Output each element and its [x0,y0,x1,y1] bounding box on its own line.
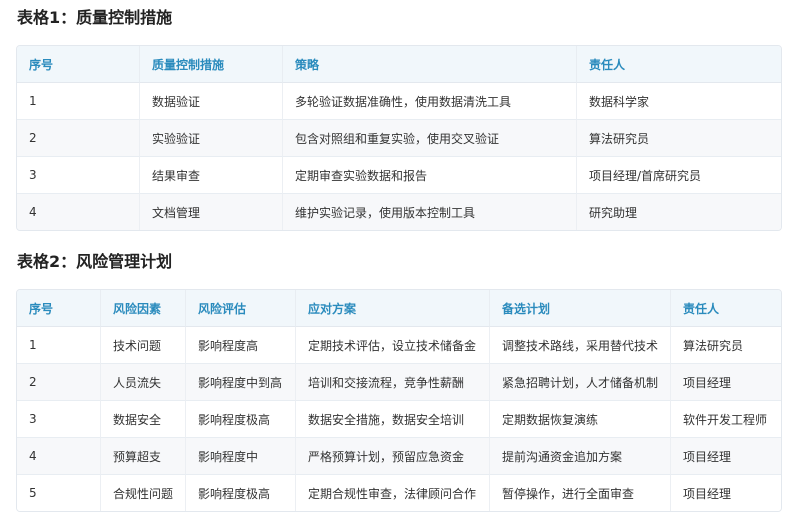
table-cell: 人员流失 [101,364,186,401]
table-row: 2 实验验证 包含对照组和重复实验，使用交叉验证 算法研究员 [17,120,781,157]
table-cell: 3 [17,401,101,438]
column-header: 质量控制措施 [140,46,283,83]
column-header: 责任人 [671,290,781,327]
table-cell: 1 [17,327,101,364]
table-row: 2 人员流失 影响程度中到高 培训和交接流程，竞争性薪酬 紧急招聘计划，人才储备… [17,364,781,401]
table-cell: 多轮验证数据准确性，使用数据清洗工具 [283,83,577,120]
table-cell: 4 [17,194,140,230]
column-header: 序号 [17,46,140,83]
table-cell: 合规性问题 [101,475,186,511]
table-cell: 影响程度高 [186,327,296,364]
table-row: 3 数据安全 影响程度极高 数据安全措施，数据安全培训 定期数据恢复演练 软件开… [17,401,781,438]
column-header: 责任人 [577,46,781,83]
table-cell: 项目经理 [671,475,781,511]
column-header: 风险评估 [186,290,296,327]
table-cell: 包含对照组和重复实验，使用交叉验证 [283,120,577,157]
table-row: 5 合规性问题 影响程度极高 定期合规性审查，法律顾问合作 暂停操作，进行全面审… [17,475,781,511]
table-cell: 技术问题 [101,327,186,364]
table-cell: 定期审查实验数据和报告 [283,157,577,194]
table-cell: 影响程度极高 [186,475,296,511]
column-header: 序号 [17,290,101,327]
table-cell: 影响程度中 [186,438,296,475]
table-cell: 数据安全措施，数据安全培训 [296,401,490,438]
table-cell: 结果审查 [140,157,283,194]
table-cell: 培训和交接流程，竞争性薪酬 [296,364,490,401]
table-header-row: 序号 风险因素 风险评估 应对方案 备选计划 责任人 [17,290,781,327]
table-row: 4 预算超支 影响程度中 严格预算计划，预留应急资金 提前沟通资金追加方案 项目… [17,438,781,475]
table-cell: 5 [17,475,101,511]
table-cell: 3 [17,157,140,194]
table-cell: 定期数据恢复演练 [490,401,671,438]
table-cell: 严格预算计划，预留应急资金 [296,438,490,475]
table-row: 3 结果审查 定期审查实验数据和报告 项目经理/首席研究员 [17,157,781,194]
table-cell: 数据安全 [101,401,186,438]
table-cell: 1 [17,83,140,120]
table-cell: 定期合规性审查，法律顾问合作 [296,475,490,511]
table-row: 1 技术问题 影响程度高 定期技术评估，设立技术储备金 调整技术路线，采用替代技… [17,327,781,364]
table-cell: 文档管理 [140,194,283,230]
table-cell: 数据科学家 [577,83,781,120]
table-cell: 紧急招聘计划，人才储备机制 [490,364,671,401]
table-cell: 实验验证 [140,120,283,157]
table-cell: 项目经理 [671,438,781,475]
table-cell: 2 [17,120,140,157]
column-header: 风险因素 [101,290,186,327]
table-header-row: 序号 质量控制措施 策略 责任人 [17,46,781,83]
table2-title: 表格2：风险管理计划 [17,252,173,271]
table-cell: 项目经理/首席研究员 [577,157,781,194]
table-cell: 调整技术路线，采用替代技术 [490,327,671,364]
table-cell: 算法研究员 [577,120,781,157]
risk-management-table: 序号 风险因素 风险评估 应对方案 备选计划 责任人 1 技术问题 影响程度高 … [16,289,782,512]
table1-title: 表格1：质量控制措施 [17,8,173,27]
table-row: 1 数据验证 多轮验证数据准确性，使用数据清洗工具 数据科学家 [17,83,781,120]
table-cell: 暂停操作，进行全面审查 [490,475,671,511]
table-cell: 预算超支 [101,438,186,475]
table-cell: 4 [17,438,101,475]
column-header: 应对方案 [296,290,490,327]
column-header: 策略 [283,46,577,83]
table-cell: 软件开发工程师 [671,401,781,438]
table-row: 4 文档管理 维护实验记录，使用版本控制工具 研究助理 [17,194,781,230]
table-cell: 项目经理 [671,364,781,401]
table-cell: 研究助理 [577,194,781,230]
table-cell: 数据验证 [140,83,283,120]
table-cell: 影响程度中到高 [186,364,296,401]
table-cell: 提前沟通资金追加方案 [490,438,671,475]
table-cell: 算法研究员 [671,327,781,364]
column-header: 备选计划 [490,290,671,327]
table-cell: 影响程度极高 [186,401,296,438]
table-cell: 维护实验记录，使用版本控制工具 [283,194,577,230]
table-cell: 定期技术评估，设立技术储备金 [296,327,490,364]
table-cell: 2 [17,364,101,401]
quality-control-table: 序号 质量控制措施 策略 责任人 1 数据验证 多轮验证数据准确性，使用数据清洗… [16,45,782,231]
